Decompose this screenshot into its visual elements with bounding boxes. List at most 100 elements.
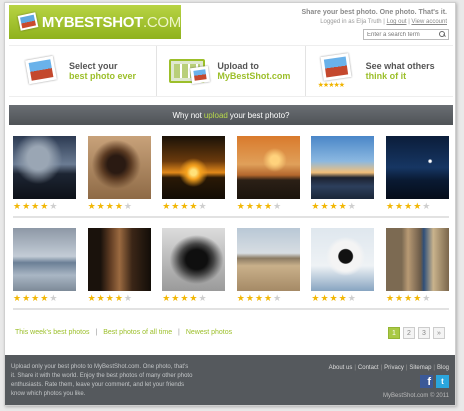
star-empty-icon[interactable]: ★: [124, 202, 132, 211]
star-empty-icon[interactable]: ★: [199, 294, 207, 303]
star-empty-icon[interactable]: ★: [273, 202, 281, 211]
star-filled-icon[interactable]: ★: [115, 202, 123, 211]
star-empty-icon[interactable]: ★: [348, 202, 356, 211]
star-filled-icon[interactable]: ★: [386, 294, 394, 303]
about-link[interactable]: About us: [329, 365, 353, 371]
rating-stars[interactable]: ★ ★ ★ ★ ★: [311, 294, 374, 303]
blog-link[interactable]: Blog: [437, 365, 449, 371]
star-empty-icon[interactable]: ★: [273, 294, 281, 303]
star-filled-icon[interactable]: ★: [320, 294, 328, 303]
rating-stars[interactable]: ★ ★ ★ ★ ★: [88, 294, 151, 303]
star-filled-icon[interactable]: ★: [246, 202, 254, 211]
rating-stars[interactable]: ★ ★ ★ ★ ★: [386, 294, 449, 303]
step-see-others[interactable]: ★★★★★ See what others think of it: [306, 46, 453, 96]
rating-stars[interactable]: ★ ★ ★ ★ ★: [88, 202, 151, 211]
photo-lake-sunset[interactable]: [236, 136, 300, 199]
next-page-button[interactable]: »: [433, 327, 445, 339]
star-filled-icon[interactable]: ★: [255, 202, 263, 211]
photo-tile[interactable]: ★ ★ ★ ★ ★: [236, 228, 300, 303]
rating-stars[interactable]: ★ ★ ★ ★ ★: [13, 202, 76, 211]
newest-link[interactable]: Newest photos: [186, 329, 232, 336]
star-filled-icon[interactable]: ★: [40, 294, 48, 303]
star-empty-icon[interactable]: ★: [348, 294, 356, 303]
star-filled-icon[interactable]: ★: [31, 202, 39, 211]
star-filled-icon[interactable]: ★: [13, 202, 21, 211]
page-2-button[interactable]: 2: [403, 327, 415, 339]
rating-stars[interactable]: ★ ★ ★ ★ ★: [162, 202, 225, 211]
photo-coast-dusk[interactable]: [311, 136, 375, 199]
photo-monkey[interactable]: [87, 136, 151, 199]
star-filled-icon[interactable]: ★: [88, 294, 96, 303]
photo-night-sky[interactable]: [385, 136, 449, 199]
photo-barn-interior[interactable]: [87, 228, 151, 291]
star-filled-icon[interactable]: ★: [171, 202, 179, 211]
facebook-icon[interactable]: f: [420, 375, 433, 388]
star-filled-icon[interactable]: ★: [115, 294, 123, 303]
star-filled-icon[interactable]: ★: [171, 294, 179, 303]
photo-tile[interactable]: ★ ★ ★ ★ ★: [311, 228, 375, 303]
star-filled-icon[interactable]: ★: [31, 294, 39, 303]
photo-tile[interactable]: ★ ★ ★ ★ ★: [13, 136, 76, 211]
photo-street[interactable]: [385, 228, 449, 291]
star-filled-icon[interactable]: ★: [237, 294, 245, 303]
star-filled-icon[interactable]: ★: [264, 294, 272, 303]
photo-tile[interactable]: ★ ★ ★ ★ ★: [162, 136, 226, 211]
star-filled-icon[interactable]: ★: [22, 294, 30, 303]
photo-misty-sea[interactable]: [13, 228, 76, 291]
search-icon[interactable]: [439, 31, 446, 38]
step-upload[interactable]: Upload to MyBestShot.com: [157, 46, 306, 96]
star-filled-icon[interactable]: ★: [180, 202, 188, 211]
star-filled-icon[interactable]: ★: [106, 294, 114, 303]
rating-stars[interactable]: ★ ★ ★ ★ ★: [386, 202, 449, 211]
star-filled-icon[interactable]: ★: [413, 202, 421, 211]
star-filled-icon[interactable]: ★: [246, 294, 254, 303]
rating-stars[interactable]: ★ ★ ★ ★ ★: [13, 294, 76, 303]
view-account-link[interactable]: View account: [411, 19, 447, 25]
star-filled-icon[interactable]: ★: [180, 294, 188, 303]
star-filled-icon[interactable]: ★: [189, 202, 197, 211]
star-empty-icon[interactable]: ★: [49, 202, 57, 211]
photo-tile[interactable]: ★ ★ ★ ★ ★: [87, 228, 151, 303]
star-filled-icon[interactable]: ★: [162, 294, 170, 303]
star-empty-icon[interactable]: ★: [422, 202, 430, 211]
star-filled-icon[interactable]: ★: [330, 202, 338, 211]
star-empty-icon[interactable]: ★: [422, 294, 430, 303]
star-filled-icon[interactable]: ★: [395, 294, 403, 303]
star-filled-icon[interactable]: ★: [311, 294, 319, 303]
star-filled-icon[interactable]: ★: [311, 202, 319, 211]
photo-tile[interactable]: ★ ★ ★ ★ ★: [236, 136, 300, 211]
privacy-link[interactable]: Privacy: [384, 365, 404, 371]
photo-tile[interactable]: ★ ★ ★ ★ ★: [162, 228, 226, 303]
rating-stars[interactable]: ★ ★ ★ ★ ★: [237, 294, 300, 303]
star-filled-icon[interactable]: ★: [413, 294, 421, 303]
photo-tile[interactable]: ★ ★ ★ ★ ★: [87, 136, 151, 211]
twitter-icon[interactable]: t: [436, 375, 449, 388]
star-filled-icon[interactable]: ★: [395, 202, 403, 211]
star-filled-icon[interactable]: ★: [162, 202, 170, 211]
banner-upload-link[interactable]: upload: [204, 111, 228, 120]
photo-chimpanzee[interactable]: [162, 228, 226, 291]
photo-tile[interactable]: ★ ★ ★ ★ ★: [13, 228, 76, 303]
star-filled-icon[interactable]: ★: [404, 294, 412, 303]
star-filled-icon[interactable]: ★: [22, 202, 30, 211]
photo-sunset[interactable]: [162, 136, 226, 199]
site-logo[interactable]: MYBESTSHOT.COM: [9, 5, 181, 39]
star-filled-icon[interactable]: ★: [386, 202, 394, 211]
photo-clouds[interactable]: [13, 136, 76, 199]
rating-stars[interactable]: ★ ★ ★ ★ ★: [162, 294, 225, 303]
rating-stars[interactable]: ★ ★ ★ ★ ★: [237, 202, 300, 211]
star-filled-icon[interactable]: ★: [264, 202, 272, 211]
star-empty-icon[interactable]: ★: [199, 202, 207, 211]
logout-link[interactable]: Log out: [386, 19, 406, 25]
photo-tile[interactable]: ★ ★ ★ ★ ★: [311, 136, 375, 211]
star-empty-icon[interactable]: ★: [49, 294, 57, 303]
star-filled-icon[interactable]: ★: [106, 202, 114, 211]
star-filled-icon[interactable]: ★: [255, 294, 263, 303]
star-filled-icon[interactable]: ★: [88, 202, 96, 211]
star-filled-icon[interactable]: ★: [330, 294, 338, 303]
star-filled-icon[interactable]: ★: [237, 202, 245, 211]
photo-bird[interactable]: [311, 228, 375, 291]
star-filled-icon[interactable]: ★: [97, 202, 105, 211]
search-input[interactable]: [364, 31, 436, 38]
page-1-button[interactable]: 1: [388, 327, 400, 339]
